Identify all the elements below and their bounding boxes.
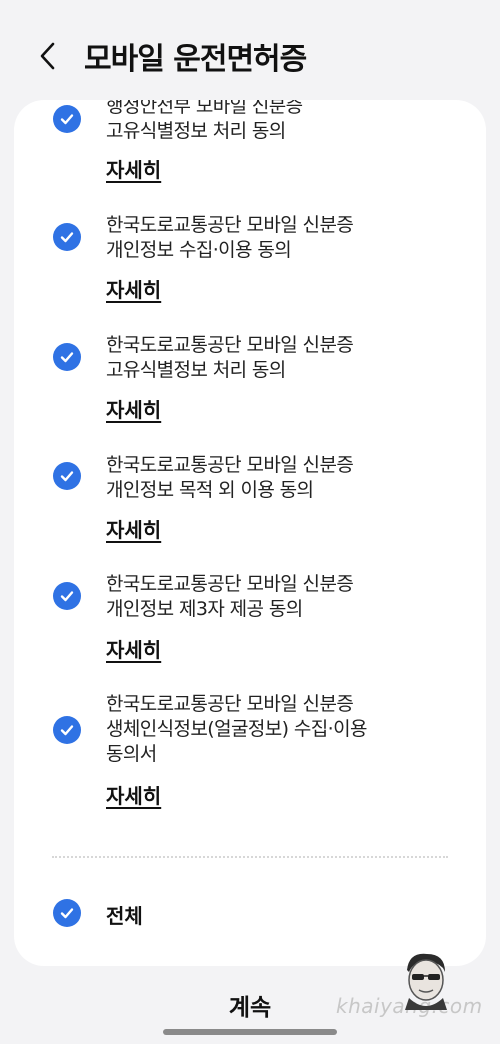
home-indicator[interactable]: [163, 1029, 337, 1035]
detail-link[interactable]: 자세히: [106, 634, 161, 663]
check-icon: [60, 591, 74, 602]
divider: [52, 856, 448, 858]
consent-checkbox[interactable]: [53, 343, 81, 371]
app-header: 모바일 운전면허증: [0, 0, 500, 100]
consent-checkbox[interactable]: [53, 462, 81, 490]
consent-label: 행정안전부 모바일 신분증 고유식별정보 처리 동의: [106, 100, 303, 142]
check-icon: [60, 471, 74, 482]
select-all-label[interactable]: 전체: [106, 900, 143, 929]
consent-checkbox[interactable]: [53, 582, 81, 610]
consent-label: 한국도로교통공단 모바일 신분증 고유식별정보 처리 동의: [106, 334, 354, 381]
detail-link[interactable]: 자세히: [106, 780, 161, 809]
detail-link[interactable]: 자세히: [106, 274, 161, 303]
check-icon: [60, 352, 74, 363]
back-button[interactable]: [30, 36, 66, 76]
consent-label: 한국도로교통공단 모바일 신분증 개인정보 제3자 제공 동의: [106, 573, 354, 620]
select-all-checkbox[interactable]: [53, 899, 81, 927]
check-icon: [60, 114, 74, 125]
mascot-face-icon: [405, 953, 447, 1010]
consent-card: 행정안전부 모바일 신분증 고유식별정보 처리 동의 자세히 한국도로교통공단 …: [14, 100, 486, 966]
detail-link[interactable]: 자세히: [106, 154, 161, 183]
consent-label: 한국도로교통공단 모바일 신분증 개인정보 수집·이용 동의: [106, 214, 354, 261]
detail-link[interactable]: 자세히: [106, 394, 161, 423]
consent-label: 한국도로교통공단 모바일 신분증 개인정보 목적 외 이용 동의: [106, 454, 354, 501]
detail-link[interactable]: 자세히: [106, 514, 161, 543]
consent-checkbox[interactable]: [53, 223, 81, 251]
page-title: 모바일 운전면허증: [84, 42, 307, 77]
check-icon: [60, 908, 74, 919]
chevron-left-icon: [40, 42, 55, 70]
consent-checkbox[interactable]: [53, 105, 81, 133]
check-icon: [60, 725, 74, 736]
consent-checkbox[interactable]: [53, 716, 81, 744]
check-icon: [60, 232, 74, 243]
consent-label: 한국도로교통공단 모바일 신분증 생체인식정보(얼굴정보) 수집·이용 동의서: [106, 693, 367, 765]
